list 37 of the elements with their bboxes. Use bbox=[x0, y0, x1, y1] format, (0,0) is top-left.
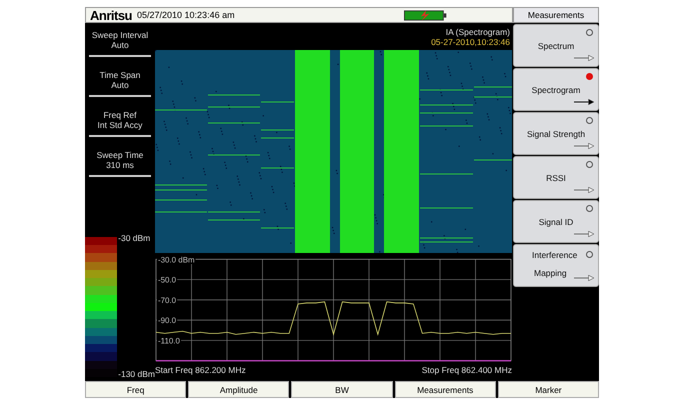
arrow-icon bbox=[574, 275, 594, 281]
menu-button[interactable]: Spectrogram bbox=[513, 68, 599, 111]
soft-key-button[interactable]: BW bbox=[291, 381, 393, 398]
soft-key-button[interactable]: Freq bbox=[85, 381, 186, 398]
soft-key-button[interactable]: Marker bbox=[498, 381, 600, 398]
start-frequency: Start Freq 862.200 MHz bbox=[155, 365, 246, 375]
arrow-icon bbox=[574, 143, 594, 149]
scale-min-label: -130 dBm bbox=[118, 369, 155, 379]
y-axis-label: -50.0 bbox=[158, 276, 176, 285]
mode-label: IA (Spectrogram) bbox=[446, 26, 510, 36]
setting-value: Auto bbox=[111, 80, 129, 90]
arrow-icon bbox=[574, 231, 594, 237]
menu-button[interactable]: Signal ID bbox=[513, 200, 599, 243]
setting-value: 310 ms bbox=[106, 160, 134, 170]
setting-value: Auto bbox=[111, 40, 129, 50]
timestamp: 05-27-2010,10:23:46 bbox=[431, 36, 510, 46]
setting-label: Sweep Time bbox=[96, 150, 144, 160]
date-time: 05/27/2010 10:23:46 am bbox=[137, 10, 236, 20]
setting-label: Time Span bbox=[100, 70, 140, 80]
menu-title: Measurements bbox=[513, 7, 599, 23]
menu-button[interactable]: RSSI bbox=[513, 156, 599, 199]
y-axis-label: -110.0 bbox=[158, 336, 180, 346]
setting-label: Freq Ref bbox=[103, 110, 137, 120]
arrow-icon bbox=[574, 55, 594, 61]
menu-button[interactable]: Spectrum bbox=[513, 24, 599, 67]
setting-label: Sweep Interval bbox=[92, 30, 148, 40]
battery-charging-icon bbox=[404, 10, 448, 20]
menu-button[interactable]: Interference Mapping bbox=[513, 244, 599, 287]
menu-button[interactable]: Signal Strength bbox=[513, 112, 599, 155]
brand-logo: Anritsu bbox=[90, 8, 132, 22]
soft-key-button[interactable]: Measurements bbox=[394, 381, 496, 398]
setting-value: Int Std Accy bbox=[98, 120, 142, 130]
scale-max-label: -30 dBm bbox=[118, 233, 152, 243]
arrow-icon bbox=[574, 187, 594, 193]
stop-frequency: Stop Freq 862.400 MHz bbox=[422, 365, 512, 375]
arrow-icon bbox=[574, 99, 594, 105]
soft-key-button[interactable]: Amplitude bbox=[188, 381, 290, 398]
